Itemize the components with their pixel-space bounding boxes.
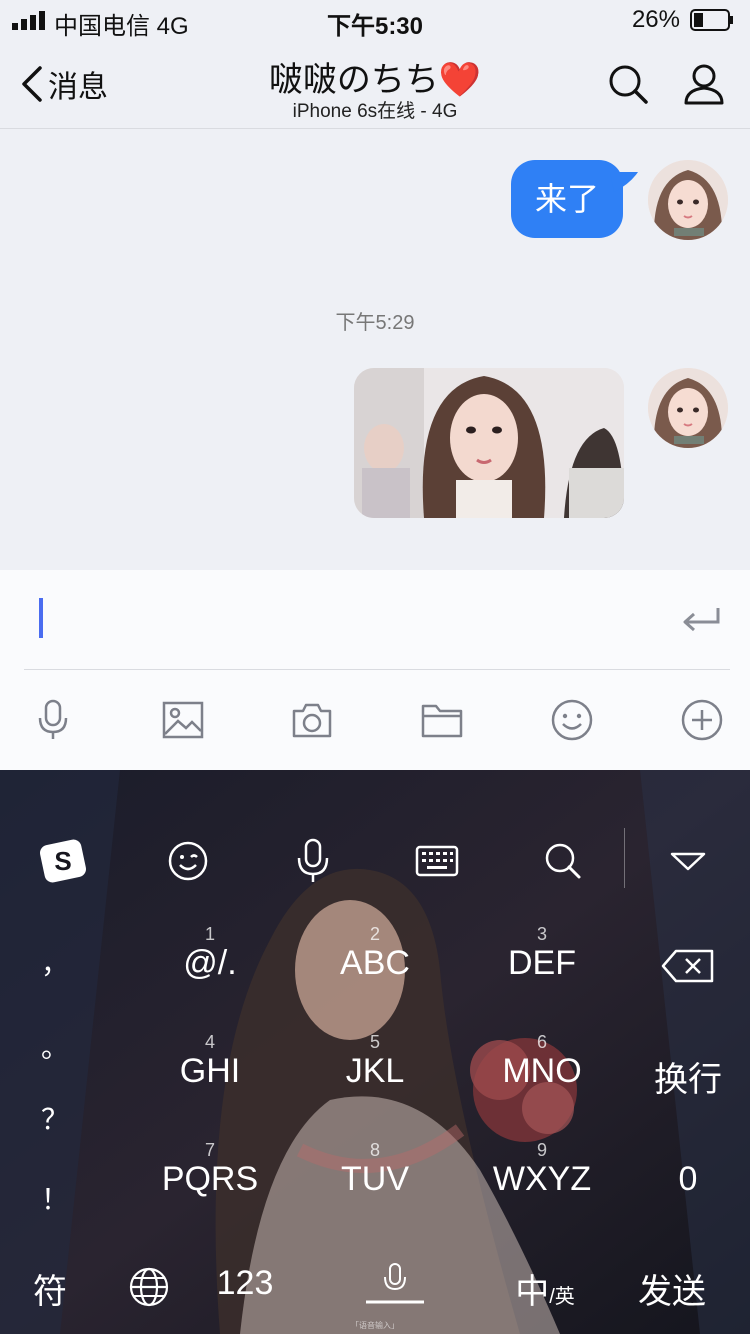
globe-icon[interactable]: [128, 1266, 170, 1308]
key-5[interactable]: 5 JKL: [315, 1032, 435, 1091]
battery-icon: [690, 9, 733, 31]
key-8[interactable]: 8 TUV: [315, 1140, 435, 1199]
search-icon[interactable]: [538, 836, 588, 886]
keyboard: S ， 。 ？ ！ 1 @/. 2 ABC 3 DEF 4 GHI 5 JKL …: [0, 770, 750, 1334]
avatar-image: [648, 160, 728, 240]
bubble-tail: [610, 172, 638, 192]
svg-text:S: S: [54, 846, 71, 876]
punct-key-period[interactable]: 。: [30, 1026, 80, 1066]
avatar-image: [648, 368, 728, 448]
key-2[interactable]: 2 ABC: [315, 924, 435, 983]
search-icon[interactable]: [606, 62, 650, 106]
key-4[interactable]: 4 GHI: [150, 1032, 270, 1091]
emoji-icon[interactable]: [163, 836, 213, 886]
message-input[interactable]: [24, 580, 644, 660]
key-6[interactable]: 6 MNO: [482, 1032, 602, 1091]
toolbar-divider: [624, 828, 625, 888]
profile-icon[interactable]: [682, 62, 726, 106]
collapse-keyboard-icon[interactable]: [663, 836, 713, 886]
status-bar: 中国电信 4G 下午5:30 26%: [0, 0, 750, 40]
punct-key-comma[interactable]: ，: [30, 942, 80, 982]
backspace-icon[interactable]: [660, 948, 716, 984]
image-icon[interactable]: [161, 698, 205, 742]
punct-key-question[interactable]: ？: [30, 1098, 80, 1138]
nav-bar: 消息 啵啵のちち❤️ iPhone 6s在线 - 4G: [0, 40, 750, 129]
symbols-key[interactable]: 符: [20, 1264, 80, 1313]
voice-hint: 「语音输入」: [351, 1321, 399, 1330]
photo-thumbnail: [354, 368, 624, 518]
key-3[interactable]: 3 DEF: [482, 924, 602, 983]
mic-icon[interactable]: [31, 698, 75, 742]
numbers-key[interactable]: 123: [205, 1264, 285, 1303]
input-area: [0, 570, 750, 770]
image-message[interactable]: [354, 368, 624, 518]
plus-icon[interactable]: [680, 698, 724, 742]
keyboard-icon[interactable]: [412, 836, 462, 886]
avatar[interactable]: [648, 368, 728, 448]
language-key[interactable]: 中/英: [510, 1264, 580, 1313]
send-key[interactable]: 发送: [630, 1264, 714, 1313]
space-mic-icon: [366, 1263, 424, 1304]
key-9[interactable]: 9 WXYZ: [482, 1140, 602, 1199]
timestamp: 下午5:29: [335, 312, 415, 334]
message-bubble[interactable]: 来了: [511, 160, 623, 238]
space-key[interactable]: [364, 1260, 426, 1306]
enter-icon[interactable]: [680, 604, 722, 634]
battery-percent: 26%: [631, 6, 680, 33]
divider: [24, 669, 730, 670]
enter-key[interactable]: 换行: [636, 1052, 740, 1101]
key-0[interactable]: 0: [646, 1160, 730, 1199]
key-1[interactable]: 1 @/.: [150, 924, 270, 983]
emoji-icon[interactable]: [550, 698, 594, 742]
sogou-logo-icon[interactable]: S: [38, 836, 88, 886]
key-7[interactable]: 7 PQRS: [150, 1140, 270, 1199]
avatar[interactable]: [648, 160, 728, 240]
folder-icon[interactable]: [420, 698, 464, 742]
voice-input-icon[interactable]: [288, 836, 338, 886]
camera-icon[interactable]: [290, 698, 334, 742]
punct-key-exclaim[interactable]: ！: [30, 1178, 80, 1218]
text-caret: [39, 598, 43, 638]
